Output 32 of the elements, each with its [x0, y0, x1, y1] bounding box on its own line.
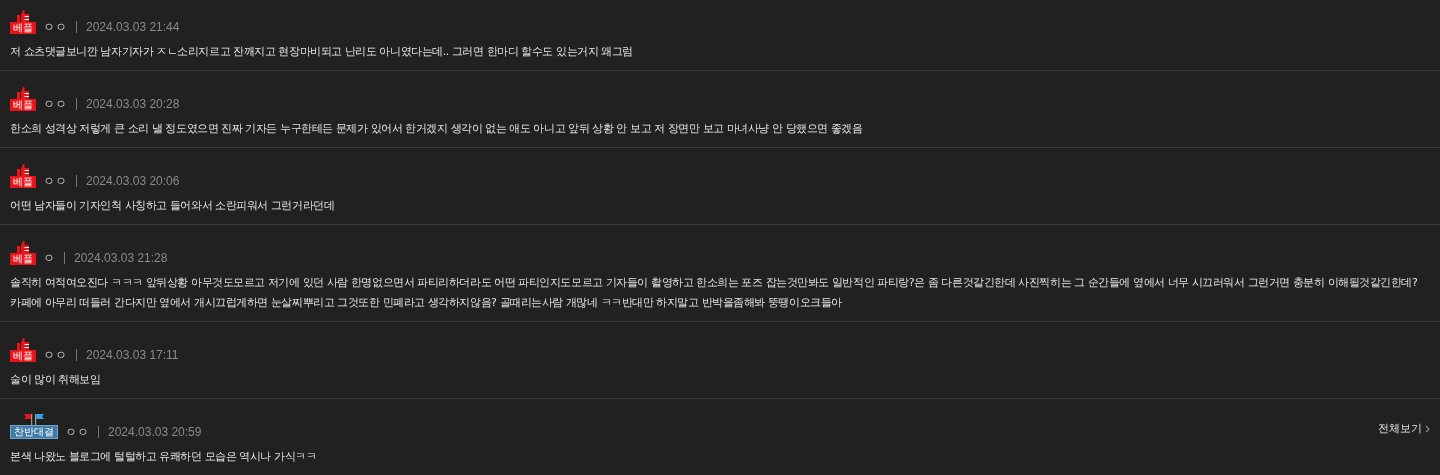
- thumbs-up-icon: [16, 338, 30, 350]
- comment-text: 술이 많이 취해보임: [10, 372, 102, 388]
- thumbs-up-icon: [16, 164, 30, 176]
- comment-date: 2024.03.03 21:44: [86, 20, 180, 34]
- comment-date: 2024.03.03 17:11: [86, 348, 179, 362]
- comment-text: 본색 나왔노 블로그에 털털하고 유쾌하던 모습은 역시나 가식ㅋㅋ: [10, 449, 318, 465]
- comment-text: 저 쇼츠댓글보니깐 남자기자가 ㅈㄴ소리지르고 잔깨지고 현장마비되고 난리도 아니였다는데.. 그러면 한마디 할수도 있는거지 왜그럼: [10, 44, 634, 60]
- view-all-link[interactable]: 전체보기: [1378, 421, 1430, 436]
- comment-text: 한소희 성격상 저렇게 큰 소리 낼 정도였으면 진짜 기자든 누구한테든 문제가 있어서 한거겠지 생각이 없는 애도 아니고 앞뒤 상황 안 보고 저 장면만 보고 마녀사냥 안 당했으면 좋겠음: [10, 121, 864, 137]
- badge-label: 베플: [10, 350, 36, 362]
- thumbs-up-icon: [16, 241, 30, 253]
- author-name: ㅇ: [43, 251, 55, 265]
- flags-icon: [23, 414, 45, 425]
- thumbs-up-icon: [16, 10, 30, 22]
- badge-label: 베플: [10, 22, 36, 34]
- chevron-right-icon: [1425, 424, 1430, 433]
- badge-label: 찬반대결: [10, 425, 58, 439]
- comment-date: 2024.03.03 20:28: [86, 97, 180, 111]
- author-name: ㅇㅇ: [43, 97, 67, 111]
- comment-date: 2024.03.03 21:28: [74, 251, 168, 265]
- badge-label: 베플: [10, 99, 36, 111]
- author-name: ㅇㅇ: [43, 20, 67, 34]
- badge-label: 베플: [10, 176, 36, 188]
- author-name: ㅇㅇ: [65, 425, 89, 439]
- comment-date: 2024.03.03 20:59: [108, 425, 202, 439]
- author-name: ㅇㅇ: [43, 348, 67, 362]
- author-name: ㅇㅇ: [43, 174, 67, 188]
- badge-label: 베플: [10, 253, 36, 265]
- comment-text: 어떤 남자들이 기자인척 사칭하고 들어와서 소란피워서 그런거라던데: [10, 198, 336, 214]
- comment-text: 솔직히 여적여오진다 ㅋㅋㅋ 앞뒤상황 아무것도모르고 저기에 있던 사람 한명없으면서 파티리하더라도 어떤 파티인지도모르고 기자들이 촬영하고 한소희는 포즈 잡는것만봐도 일반적인 파티랑?은 좀 다른것같긴한데 사진찍히는 그 순간들에 옆에서 너무 시끄러워서 그런거면 충분히 이해될것같긴한데? 카페에 아무리 떠들러 간다지만 옆에서 개시끄럽게하면 눈살찌뿌리고 그것또한 민폐라고 생각하지않음? 골때리는사람 개많네 ㅋㅋ반대만 하지말고 반박을좀해봐 뚱땡이오크들아: [10, 275, 1419, 311]
- thumbs-up-icon: [16, 87, 30, 99]
- comment-date: 2024.03.03 20:06: [86, 174, 180, 188]
